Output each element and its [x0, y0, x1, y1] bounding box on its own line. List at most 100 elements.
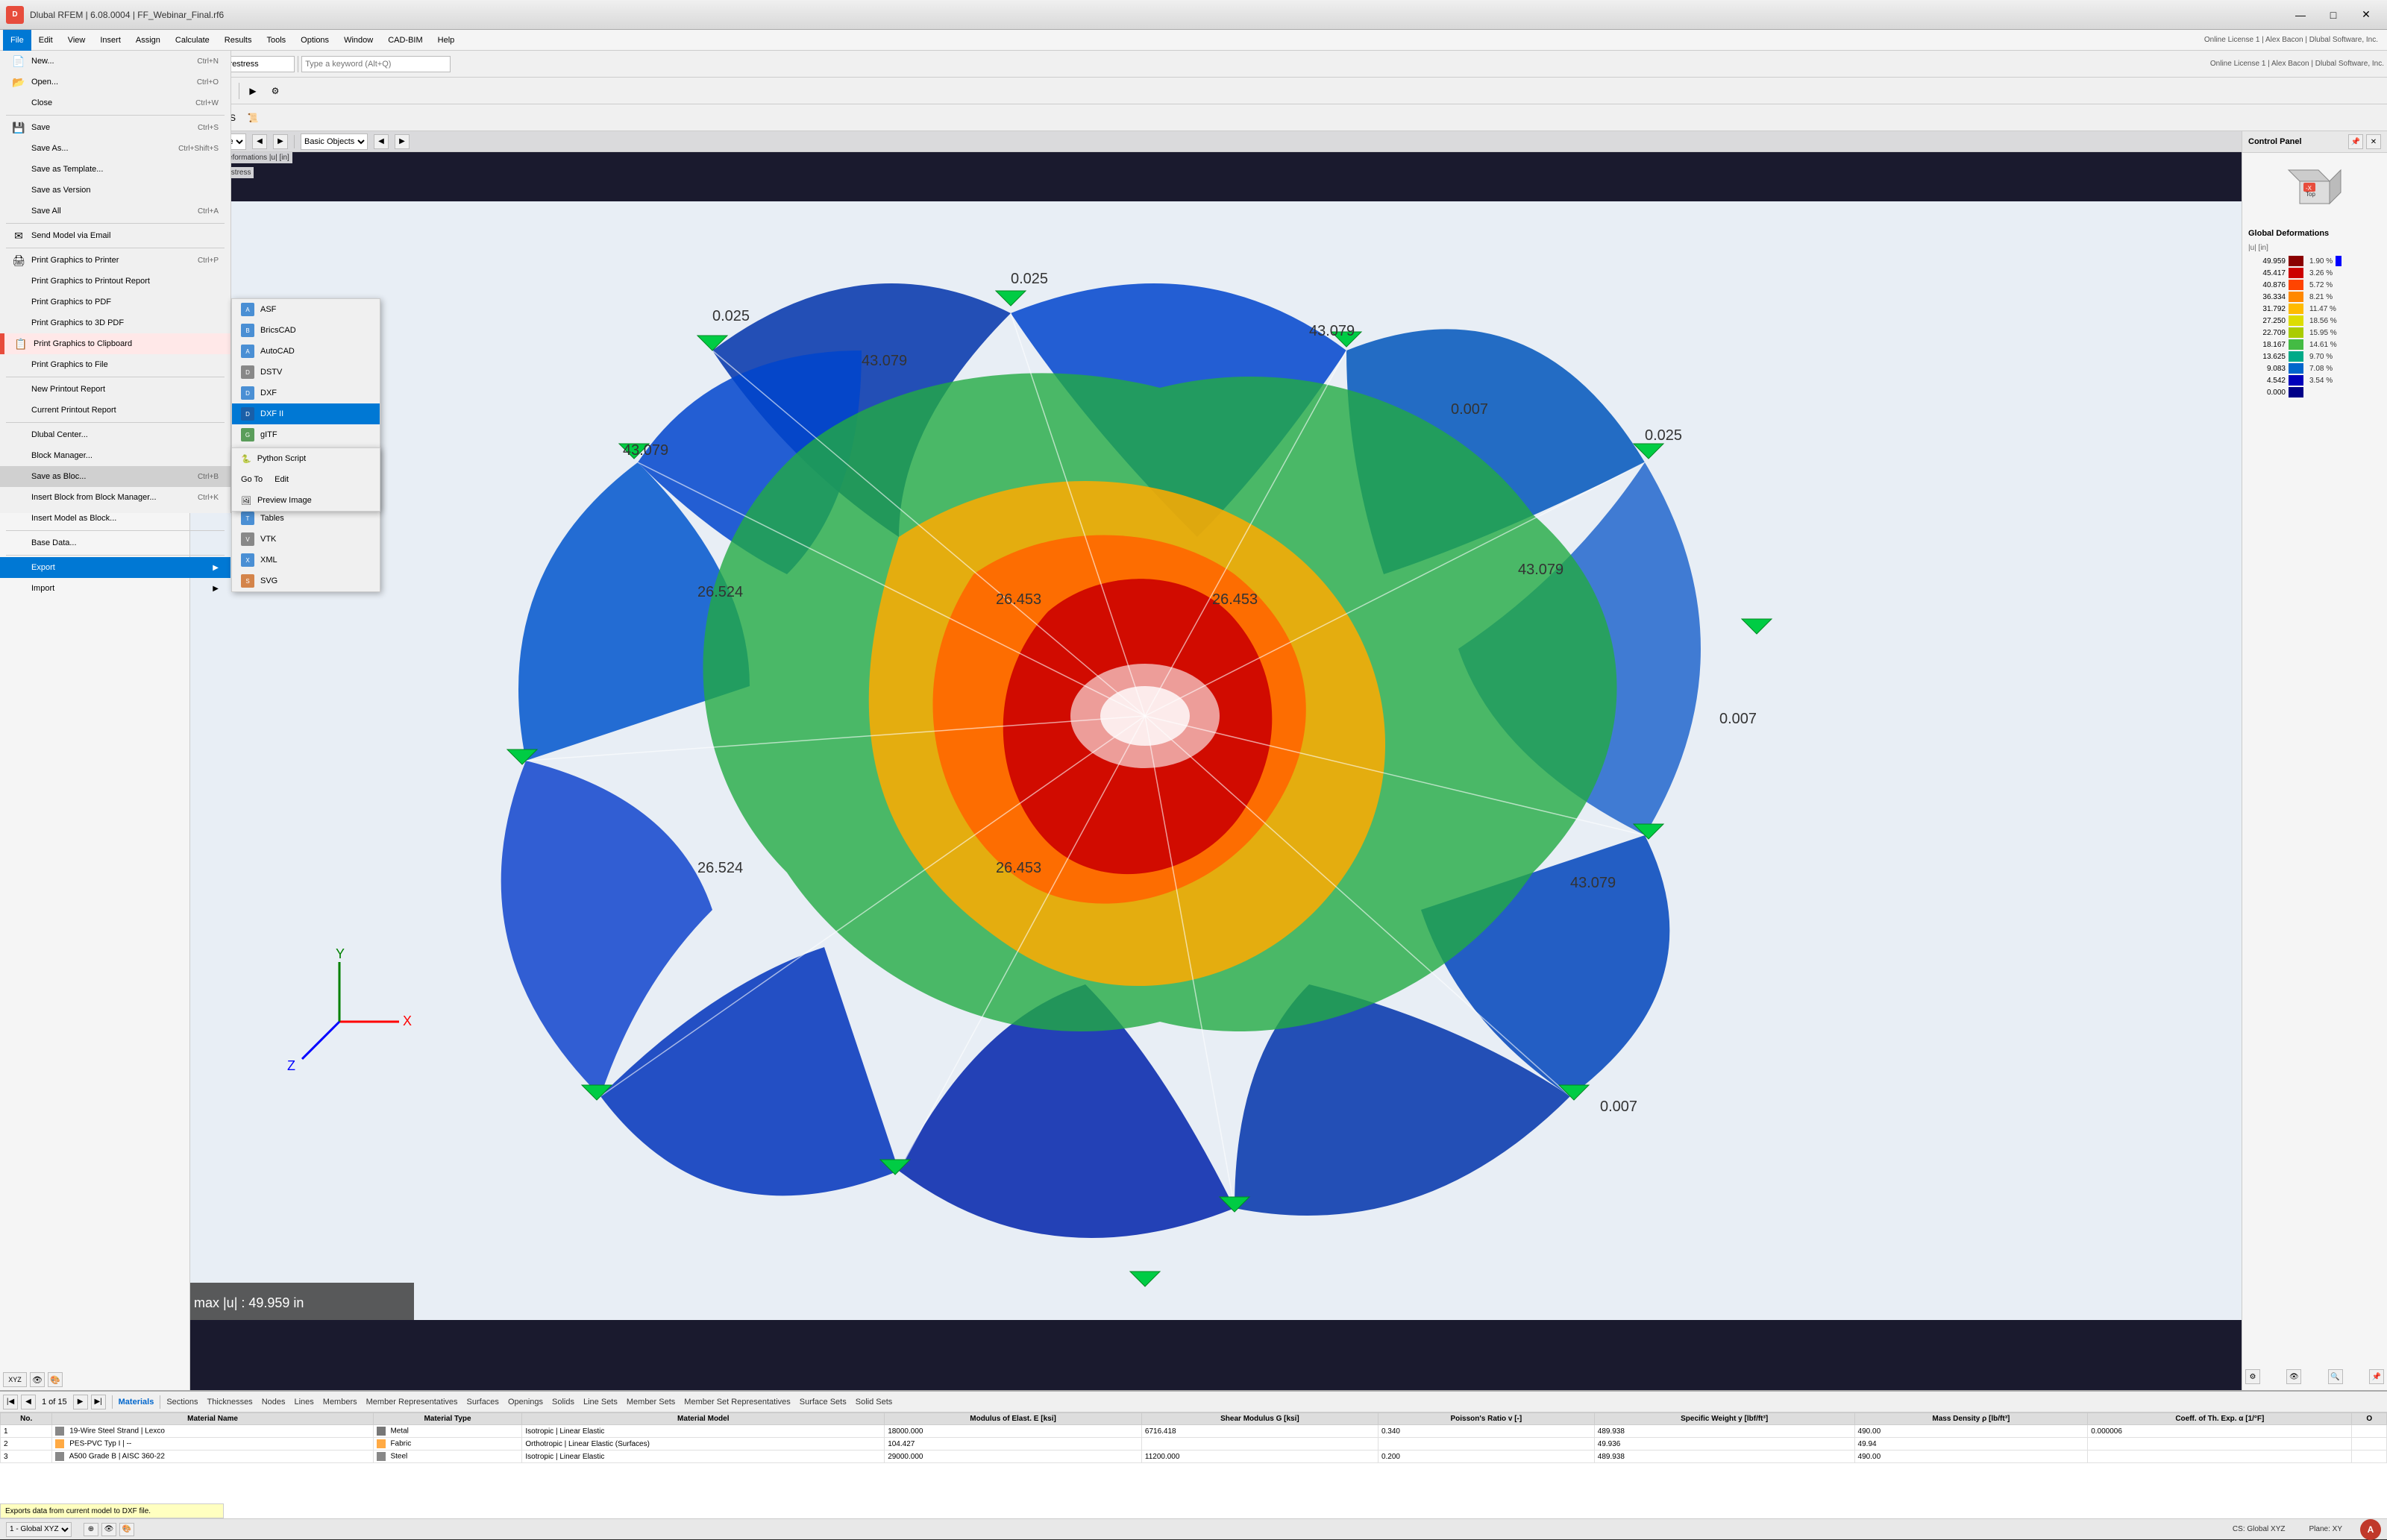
export-dstv[interactable]: D DSTV — [232, 362, 380, 383]
menu-results[interactable]: Results — [217, 30, 260, 51]
menu-python-script[interactable]: 🐍 Python Script — [232, 448, 380, 469]
menu-save-template[interactable]: Save as Template... — [0, 159, 230, 180]
main-viewport[interactable]: 0.025 0.025 0.025 0.007 0.007 0.007 43.0… — [190, 131, 2242, 1390]
menu-save-as[interactable]: Save As... Ctrl+Shift+S — [0, 138, 230, 159]
cp-settings-btn[interactable]: ⚙ — [2245, 1369, 2260, 1384]
cp-close-button[interactable]: ✕ — [2366, 134, 2381, 149]
export-vtk[interactable]: V VTK — [232, 529, 380, 550]
menu-print-clipboard[interactable]: 📋 Print Graphics to Clipboard — [0, 333, 230, 354]
viewport-next-btn[interactable]: ▶ — [273, 134, 288, 149]
table-last-btn[interactable]: ▶| — [91, 1395, 106, 1409]
lc-input[interactable] — [220, 56, 295, 72]
table-sections-tab[interactable]: Sections — [166, 1398, 198, 1407]
table-openings-tab[interactable]: Openings — [508, 1398, 543, 1407]
user-avatar[interactable]: A — [2360, 1519, 2381, 1540]
table-lines-tab[interactable]: Lines — [294, 1398, 313, 1407]
table-solids-tab[interactable]: Solids — [552, 1398, 574, 1407]
menu-new[interactable]: 📄 New... Ctrl+N — [0, 51, 230, 72]
export-bricscad[interactable]: B BricsCAD — [232, 320, 380, 341]
export-svg[interactable]: S SVG — [232, 571, 380, 591]
tb3-script[interactable]: 📜 — [242, 107, 263, 128]
menu-dlubal-center[interactable]: Dlubal Center... — [0, 424, 230, 445]
table-members-tab[interactable]: Members — [323, 1398, 357, 1407]
table-first-btn[interactable]: |◀ — [3, 1395, 18, 1409]
table-next-btn[interactable]: ▶ — [73, 1395, 88, 1409]
sb-btn2[interactable]: 👁 — [101, 1523, 116, 1536]
cp-zoom-btn[interactable]: 🔍 — [2328, 1369, 2343, 1384]
viewport-prev-btn[interactable]: ◀ — [252, 134, 267, 149]
axis-xyz-button[interactable]: XYZ — [3, 1372, 27, 1387]
table-membersets-tab[interactable]: Member Sets — [627, 1398, 675, 1407]
menu-export[interactable]: Export ▶ — [0, 557, 230, 578]
display-settings-button[interactable]: 👁 — [30, 1372, 45, 1387]
table-surfacesets-tab[interactable]: Surface Sets — [800, 1398, 847, 1407]
sb-btn1[interactable]: ⊕ — [84, 1523, 98, 1536]
menu-help[interactable]: Help — [430, 30, 462, 51]
table-member-reps-tab[interactable]: Member Representatives — [366, 1398, 458, 1407]
menu-file[interactable]: File — [3, 30, 31, 51]
export-dxf[interactable]: D DXF — [232, 383, 380, 403]
menu-print-3dpdf[interactable]: Print Graphics to 3D PDF — [0, 312, 230, 333]
table-surfaces-tab[interactable]: Surfaces — [467, 1398, 499, 1407]
table-thicknesses-tab[interactable]: Thicknesses — [207, 1398, 253, 1407]
menu-base-data[interactable]: Base Data... — [0, 532, 230, 553]
menu-save-block[interactable]: Save as Bloc... Ctrl+B — [0, 466, 230, 487]
filter-select[interactable]: Basic Objects — [301, 133, 368, 150]
menu-tools[interactable]: Tools — [259, 30, 293, 51]
menu-insert-block[interactable]: Insert Block from Block Manager... Ctrl+… — [0, 487, 230, 508]
menu-print-pdf[interactable]: Print Graphics to PDF — [0, 292, 230, 312]
search-input[interactable] — [301, 56, 451, 72]
export-xml[interactable]: X XML — [232, 550, 380, 571]
tb2-settings[interactable]: ⚙ — [265, 81, 286, 101]
menu-open[interactable]: 📂 Open... Ctrl+O — [0, 72, 230, 92]
menu-current-printout[interactable]: Current Printout Report — [0, 400, 230, 421]
menu-insert[interactable]: Insert — [92, 30, 128, 51]
menu-save-all[interactable]: Save All Ctrl+A — [0, 201, 230, 221]
cp-pin2-btn[interactable]: 📌 — [2369, 1369, 2384, 1384]
close-button[interactable]: ✕ — [2351, 4, 2381, 25]
menu-edit[interactable]: Edit — [31, 30, 60, 51]
table-row[interactable]: 1 19-Wire Steel Strand | Lexco Metal Iso… — [1, 1425, 2387, 1438]
menu-block-manager[interactable]: Block Manager... — [0, 445, 230, 466]
menu-window[interactable]: Window — [336, 30, 380, 51]
table-row[interactable]: 2 PES-PVC Typ I | -- Fabric Orthotropic … — [1, 1438, 2387, 1451]
menu-print-printer[interactable]: 🖨 Print Graphics to Printer Ctrl+P — [0, 250, 230, 271]
export-dxf2[interactable]: D DXF II — [232, 403, 380, 424]
maximize-button[interactable]: □ — [2318, 4, 2348, 25]
export-autocad[interactable]: A AutoCAD — [232, 341, 380, 362]
table-prev-btn[interactable]: ◀ — [21, 1395, 36, 1409]
nav-cube[interactable]: Top -X — [2285, 159, 2344, 219]
tb2-anim[interactable]: ▶ — [242, 81, 263, 101]
minimize-button[interactable]: — — [2286, 4, 2315, 25]
menu-preview-image[interactable]: 🖼 Preview Image — [232, 490, 380, 511]
table-scroll[interactable]: No. Material Name Material Type Material… — [0, 1412, 2387, 1480]
cp-view-btn[interactable]: 👁 — [2286, 1369, 2301, 1384]
menu-goto[interactable]: Go To Edit — [232, 469, 380, 490]
render-button[interactable]: 🎨 — [48, 1372, 63, 1387]
menu-calculate[interactable]: Calculate — [168, 30, 217, 51]
menu-close[interactable]: Close Ctrl+W — [0, 92, 230, 113]
menu-print-file[interactable]: Print Graphics to File — [0, 354, 230, 375]
export-gltf[interactable]: G gITF — [232, 424, 380, 445]
table-materials-tab[interactable]: Materials — [119, 1398, 154, 1407]
menu-save-version[interactable]: Save as Version — [0, 180, 230, 201]
filter-prev-btn[interactable]: ◀ — [374, 134, 389, 149]
menu-print-report[interactable]: Print Graphics to Printout Report — [0, 271, 230, 292]
filter-next-btn[interactable]: ▶ — [395, 134, 410, 149]
coordinate-system-select[interactable]: 1 - Global XYZ — [6, 1522, 72, 1537]
table-nodes-tab[interactable]: Nodes — [262, 1398, 286, 1407]
menu-save[interactable]: 💾 Save Ctrl+S — [0, 117, 230, 138]
menu-assign[interactable]: Assign — [128, 30, 168, 51]
menu-new-printout[interactable]: New Printout Report — [0, 379, 230, 400]
export-asf[interactable]: A ASF — [232, 299, 380, 320]
table-solidsets-tab[interactable]: Solid Sets — [856, 1398, 893, 1407]
menu-cadbim[interactable]: CAD-BIM — [380, 30, 430, 51]
menu-send-email[interactable]: ✉ Send Model via Email — [0, 225, 230, 246]
table-membersetsreps-tab[interactable]: Member Set Representatives — [684, 1398, 790, 1407]
table-row[interactable]: 3 A500 Grade B | AISC 360-22 Steel Isotr… — [1, 1451, 2387, 1463]
menu-insert-model[interactable]: Insert Model as Block... — [0, 508, 230, 529]
sb-btn3[interactable]: 🎨 — [119, 1523, 134, 1536]
cp-pin-button[interactable]: 📌 — [2348, 134, 2363, 149]
table-linesets-tab[interactable]: Line Sets — [583, 1398, 618, 1407]
menu-view[interactable]: View — [60, 30, 93, 51]
